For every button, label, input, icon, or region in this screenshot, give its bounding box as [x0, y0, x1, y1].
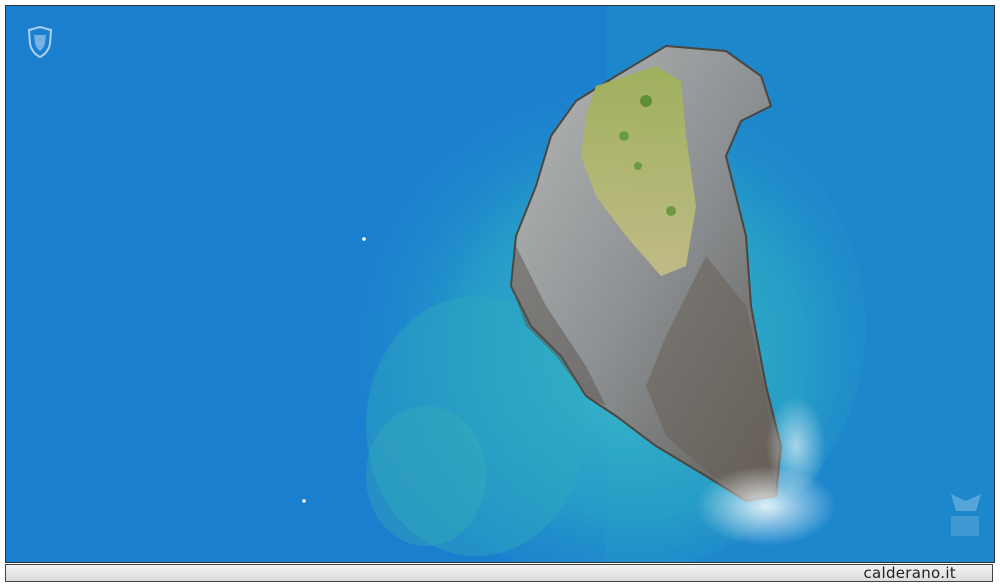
boat-speck	[302, 499, 306, 503]
boat-speck	[362, 237, 366, 241]
crest-logo-icon	[27, 26, 53, 58]
shrub	[640, 95, 652, 107]
photo-frame: calderano.it	[0, 0, 1000, 586]
shrub	[666, 206, 676, 216]
surf-foam	[766, 396, 826, 496]
caption-bar: calderano.it	[5, 564, 993, 582]
shrub	[634, 162, 642, 170]
reef-patch	[366, 406, 486, 546]
aerial-island-scene	[6, 6, 994, 562]
site-caption: calderano.it	[863, 564, 956, 582]
aerial-photo	[5, 5, 995, 563]
shrub	[619, 131, 629, 141]
